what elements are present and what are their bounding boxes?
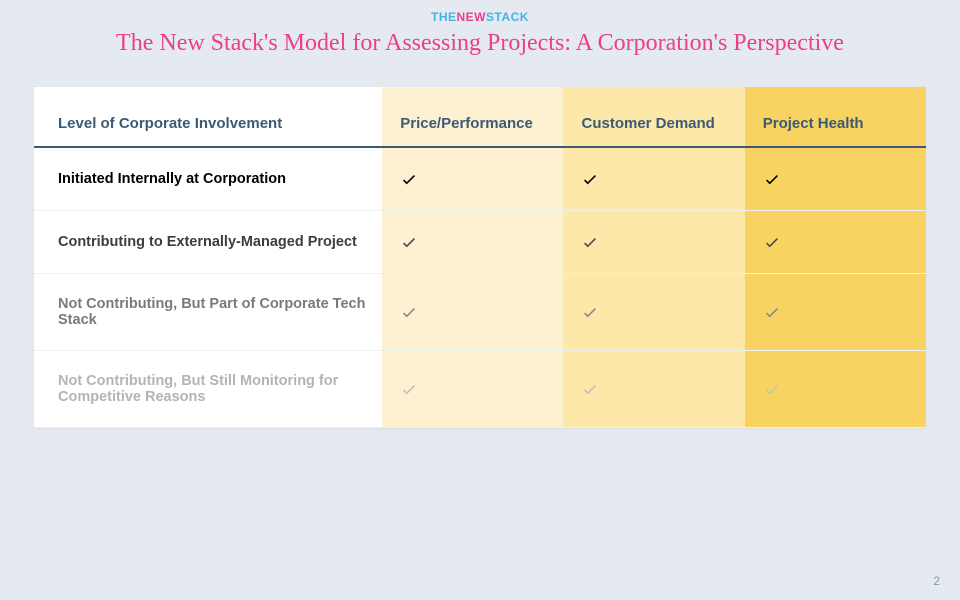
cell-check: [745, 274, 926, 351]
header-level: Level of Corporate Involvement: [34, 87, 382, 147]
table-row: Not Contributing, But Part of Corporate …: [34, 274, 926, 351]
check-icon: [763, 233, 912, 251]
cell-check: [382, 211, 563, 274]
cell-check: [563, 351, 744, 428]
check-icon: [400, 380, 549, 398]
table-row: Not Contributing, But Still Monitoring f…: [34, 351, 926, 428]
check-icon: [763, 303, 912, 321]
header-price-performance: Price/Performance: [382, 87, 563, 147]
logo-part-stack: STACK: [486, 10, 529, 24]
table-card: Level of Corporate Involvement Price/Per…: [34, 87, 926, 428]
check-icon: [400, 170, 549, 188]
logo: THENEWSTACK: [0, 0, 960, 24]
check-icon: [400, 303, 549, 321]
table-header-row: Level of Corporate Involvement Price/Per…: [34, 87, 926, 147]
page-number: 2: [933, 574, 940, 588]
check-icon: [581, 380, 730, 398]
cell-check: [382, 351, 563, 428]
table-row: Initiated Internally at Corporation: [34, 147, 926, 211]
table-row: Contributing to Externally-Managed Proje…: [34, 211, 926, 274]
cell-check: [382, 147, 563, 211]
check-icon: [763, 170, 912, 188]
cell-check: [745, 351, 926, 428]
logo-part-new: NEW: [457, 10, 487, 24]
check-icon: [581, 170, 730, 188]
assessment-table: Level of Corporate Involvement Price/Per…: [34, 87, 926, 428]
header-customer-demand: Customer Demand: [563, 87, 744, 147]
cell-check: [745, 211, 926, 274]
cell-check: [745, 147, 926, 211]
header-project-health: Project Health: [745, 87, 926, 147]
check-icon: [581, 303, 730, 321]
page-title: The New Stack's Model for Assessing Proj…: [0, 24, 960, 57]
check-icon: [763, 380, 912, 398]
cell-check: [563, 274, 744, 351]
row-label: Initiated Internally at Corporation: [34, 147, 382, 211]
cell-check: [382, 274, 563, 351]
check-icon: [400, 233, 549, 251]
cell-check: [563, 211, 744, 274]
row-label: Not Contributing, But Still Monitoring f…: [34, 351, 382, 428]
row-label: Contributing to Externally-Managed Proje…: [34, 211, 382, 274]
check-icon: [581, 233, 730, 251]
row-label: Not Contributing, But Part of Corporate …: [34, 274, 382, 351]
cell-check: [563, 147, 744, 211]
logo-part-the: THE: [431, 10, 457, 24]
